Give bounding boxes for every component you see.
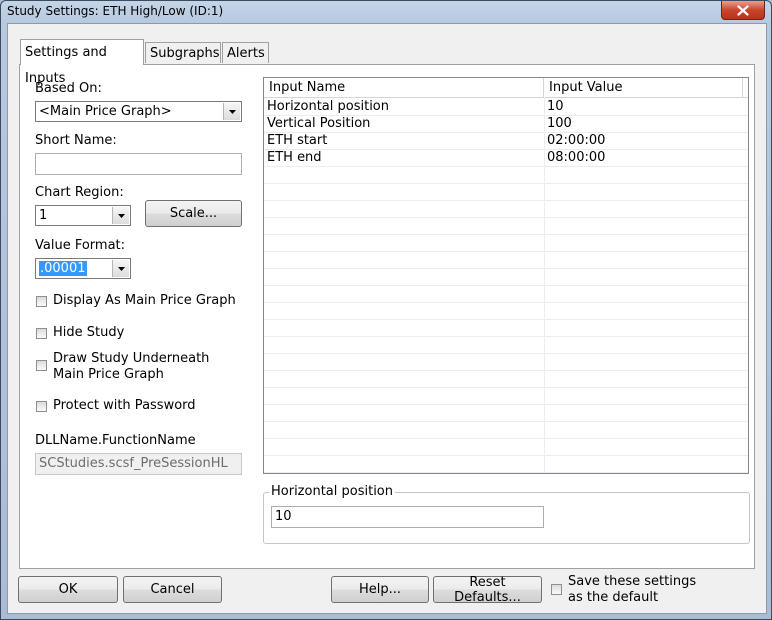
reset-defaults-button[interactable]: Reset Defaults... xyxy=(433,575,542,605)
dropdown-arrow[interactable] xyxy=(112,207,129,224)
close-button[interactable] xyxy=(721,1,765,20)
based-on-value: <Main Price Graph> xyxy=(39,104,172,119)
short-name-label: Short Name: xyxy=(35,133,117,148)
empty-row xyxy=(264,285,748,303)
value-format-value: .00001 xyxy=(39,261,87,276)
empty-row xyxy=(264,336,748,354)
draw-study-underneath-label-line2: Main Price Graph xyxy=(53,367,164,382)
empty-row xyxy=(264,302,748,320)
title-bar[interactable]: Study Settings: ETH High/Low (ID:1) xyxy=(1,1,771,23)
save-as-default-label: Save these settings xyxy=(568,574,697,589)
chevron-down-icon xyxy=(228,109,236,114)
display-as-main-price-graph-label: Display As Main Price Graph xyxy=(53,293,236,308)
cancel-button[interactable]: Cancel xyxy=(123,576,222,603)
settings-and-inputs-panel: Based On: <Main Price Graph> Short Name:… xyxy=(19,64,755,569)
hide-study-checkbox[interactable] xyxy=(36,328,47,339)
inputs-grid[interactable]: Input Name Input Value Horizontal positi… xyxy=(263,77,749,474)
save-as-default-label-line2: as the default xyxy=(568,590,659,605)
scale-button[interactable]: Scale... xyxy=(145,200,242,227)
hide-study-label: Hide Study xyxy=(53,325,125,340)
empty-row xyxy=(264,251,748,269)
input-name-cell: ETH end xyxy=(267,150,322,165)
based-on-dropdown[interactable]: <Main Price Graph> xyxy=(35,101,242,122)
input-editor-group: Horizontal position 10 xyxy=(263,484,750,544)
close-icon xyxy=(737,4,749,16)
dll-name-label: DLLName.FunctionName xyxy=(35,433,196,448)
draw-study-underneath-label: Draw Study Underneath xyxy=(53,351,210,366)
value-format-label: Value Format: xyxy=(35,238,126,253)
input-name-cell: Horizontal position xyxy=(267,99,390,114)
input-value-cell[interactable]: 10 xyxy=(544,98,744,115)
table-row[interactable]: Horizontal position 10 xyxy=(264,98,748,116)
table-row[interactable]: Vertical Position 100 xyxy=(264,115,748,133)
chevron-down-icon xyxy=(117,266,125,271)
input-name-cell: Vertical Position xyxy=(267,116,371,131)
study-settings-window: Study Settings: ETH High/Low (ID:1) Sett… xyxy=(0,0,772,620)
table-row[interactable]: ETH start 02:00:00 xyxy=(264,132,748,150)
draw-study-underneath-checkbox[interactable] xyxy=(36,360,47,371)
empty-row xyxy=(264,319,748,337)
tab-settings-and-inputs[interactable]: Settings and Inputs xyxy=(20,39,144,86)
grid-header: Input Name Input Value xyxy=(264,78,748,98)
ok-button[interactable]: OK xyxy=(18,576,118,603)
dialog-client-area: Settings and Inputs Subgraphs Alerts Bas… xyxy=(7,23,767,614)
chart-region-value: 1 xyxy=(39,208,48,223)
chevron-down-icon xyxy=(117,213,125,218)
input-editor-label: Horizontal position xyxy=(269,484,396,499)
column-header-input-name[interactable]: Input Name xyxy=(264,78,544,97)
chart-region-dropdown[interactable]: 1 xyxy=(35,205,131,226)
column-header-input-value[interactable]: Input Value xyxy=(544,78,743,97)
input-editor-field[interactable]: 10 xyxy=(271,506,544,528)
input-value-cell[interactable]: 02:00:00 xyxy=(544,132,744,149)
empty-row xyxy=(264,438,748,456)
empty-row xyxy=(264,217,748,235)
display-as-main-price-graph-checkbox[interactable] xyxy=(36,296,47,307)
input-value-cell[interactable]: 100 xyxy=(544,115,744,132)
window-title: Study Settings: ETH High/Low (ID:1) xyxy=(7,4,224,18)
tab-label: Subgraphs xyxy=(150,46,220,61)
protect-with-password-checkbox[interactable] xyxy=(36,401,47,412)
input-value-cell[interactable]: 08:00:00 xyxy=(544,149,744,166)
empty-row xyxy=(264,268,748,286)
empty-row xyxy=(264,404,748,422)
value-format-dropdown[interactable]: .00001 xyxy=(35,258,131,279)
empty-row xyxy=(264,166,748,184)
tab-subgraphs[interactable]: Subgraphs xyxy=(145,42,221,63)
empty-row xyxy=(264,370,748,388)
dropdown-arrow[interactable] xyxy=(223,103,240,120)
help-button[interactable]: Help... xyxy=(331,576,429,603)
short-name-input[interactable] xyxy=(35,153,242,175)
save-as-default-checkbox[interactable] xyxy=(551,584,562,595)
dropdown-arrow[interactable] xyxy=(112,260,129,277)
empty-row xyxy=(264,200,748,218)
empty-row xyxy=(264,455,748,473)
table-row[interactable]: ETH end 08:00:00 xyxy=(264,149,748,167)
tab-label: Alerts xyxy=(227,46,265,61)
dll-name-field: SCStudies.scsf_PreSessionHL xyxy=(35,453,242,475)
input-name-cell: ETH start xyxy=(267,133,328,148)
chart-region-label: Chart Region: xyxy=(35,185,124,200)
empty-row xyxy=(264,387,748,405)
empty-row xyxy=(264,353,748,371)
empty-row xyxy=(264,234,748,252)
empty-row xyxy=(264,183,748,201)
empty-row xyxy=(264,421,748,439)
protect-with-password-label: Protect with Password xyxy=(53,398,196,413)
tab-alerts[interactable]: Alerts xyxy=(222,42,269,63)
